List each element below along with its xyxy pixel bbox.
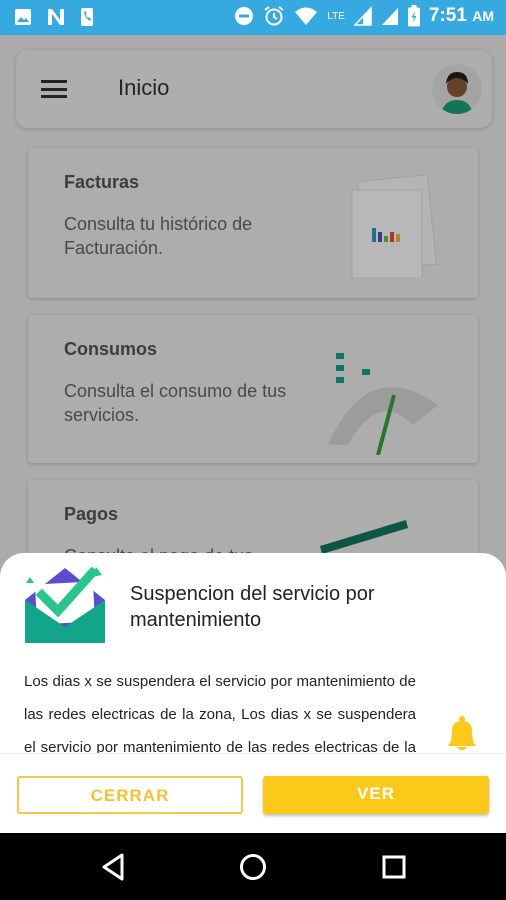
recents-square-icon[interactable] [378, 851, 410, 883]
notification-title: Suspencion del servicio por mantenimient… [130, 583, 375, 631]
clock-ampm: AM [472, 8, 494, 24]
dnd-icon [235, 7, 254, 25]
n-app-icon [48, 9, 64, 25]
view-button[interactable]: VER [263, 776, 489, 814]
image-icon [15, 9, 31, 25]
wifi-icon [295, 7, 318, 25]
notification-actions: CERRAR VER [0, 753, 506, 833]
home-circle-icon[interactable] [237, 851, 269, 883]
phone-icon [81, 8, 93, 26]
bell-icon[interactable] [446, 715, 478, 753]
signal-icon [353, 6, 372, 26]
network-type: LTE [327, 10, 345, 22]
status-right-icons: LTE 7:51 AM [234, 5, 494, 27]
notification-body: Los dias x se suspendera el servicio por… [24, 673, 416, 755]
status-left-icons [14, 7, 94, 27]
alarm-icon [264, 6, 284, 26]
signal-icon-2 [381, 8, 398, 25]
back-triangle-icon[interactable] [98, 851, 130, 883]
envelope-check-icon [25, 566, 105, 643]
battery-icon [407, 5, 420, 27]
close-button[interactable]: CERRAR [17, 776, 243, 814]
clock: 7:51 AM [429, 5, 494, 27]
status-bar: LTE 7:51 AM [0, 0, 506, 35]
notification-sheet: Suspencion del servicio por mantenimient… [0, 553, 506, 833]
system-nav-bar [0, 833, 506, 900]
clock-time: 7:51 [428, 5, 467, 26]
